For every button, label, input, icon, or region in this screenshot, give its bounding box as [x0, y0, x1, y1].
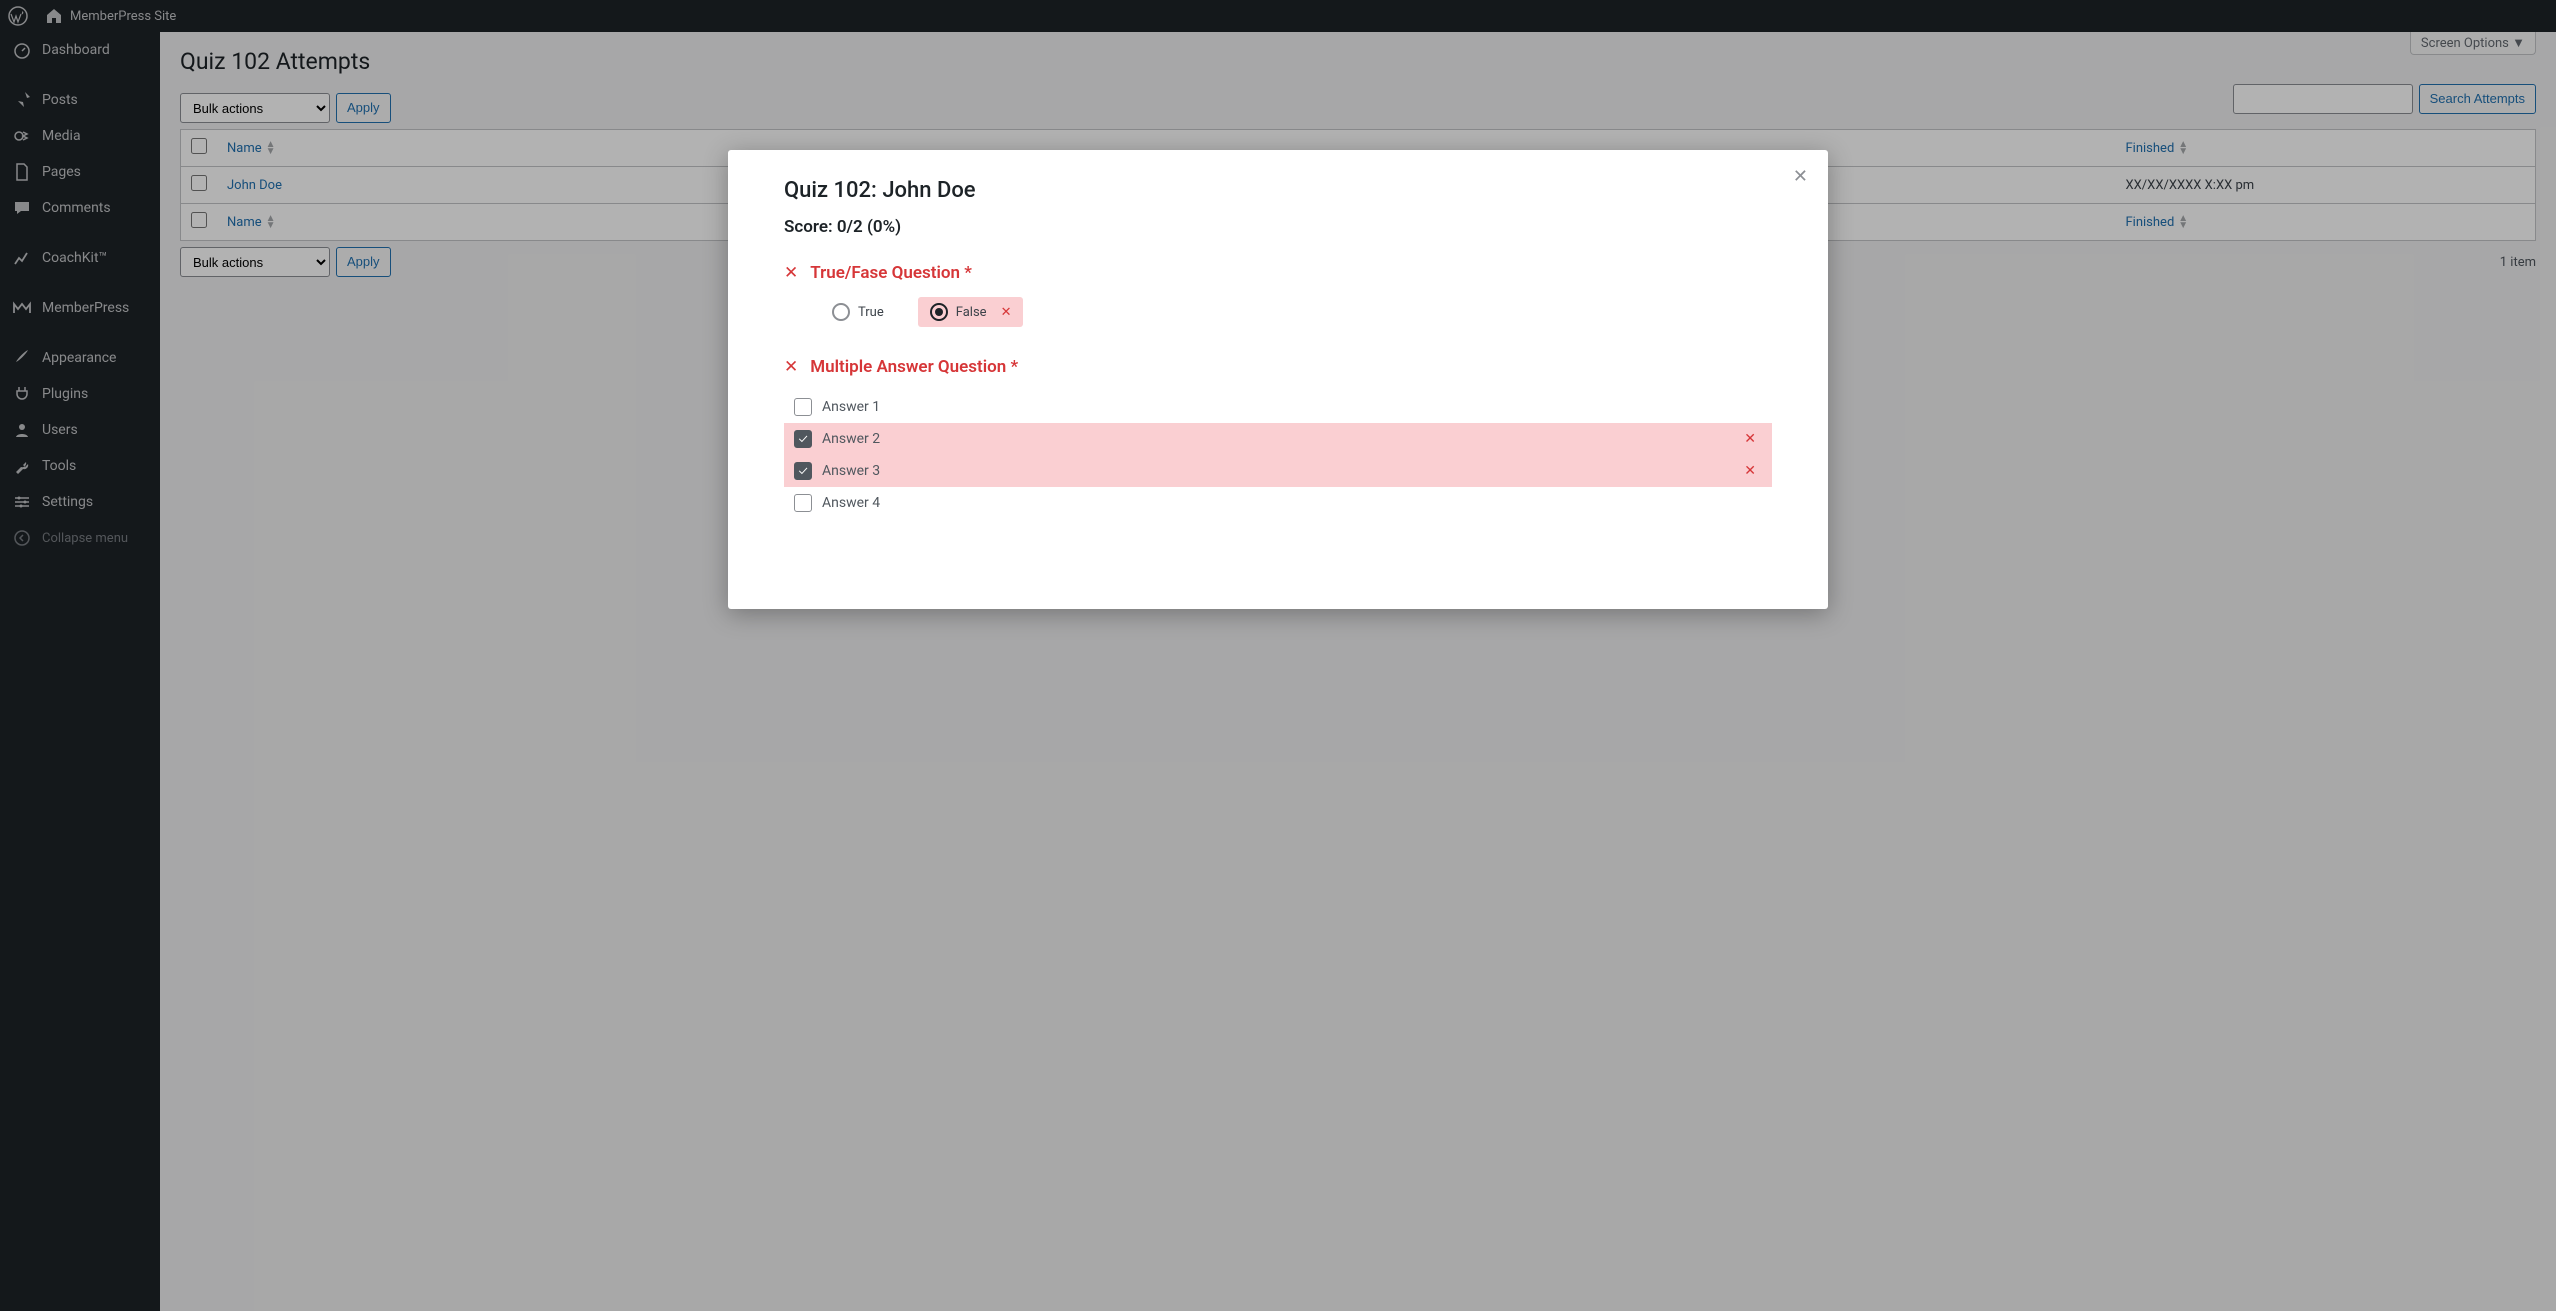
- question-title: Multiple Answer Question *: [810, 357, 1018, 377]
- close-button[interactable]: ✕: [1793, 166, 1808, 187]
- answer-label: Answer 3: [822, 463, 880, 479]
- close-icon: ✕: [1793, 166, 1808, 186]
- checkbox-icon: [794, 494, 812, 512]
- answers-list: Answer 1 Answer 2 ✕ Answer 3 ✕ Answer 4: [784, 391, 1772, 519]
- answer-option: Answer 3 ✕: [784, 455, 1772, 487]
- answer-label: Answer 4: [822, 495, 880, 511]
- answer-option: Answer 4: [784, 487, 1772, 519]
- answer-label: True: [858, 305, 884, 320]
- wrong-icon: ✕: [1001, 305, 1012, 320]
- radio-icon: [832, 303, 850, 321]
- question-block: ✕ True/Fase Question * True False ✕: [784, 263, 1772, 327]
- checkbox-checked-icon: [794, 430, 812, 448]
- answer-label: False: [956, 305, 987, 320]
- answer-label: Answer 2: [822, 431, 880, 447]
- wrong-icon: ✕: [1744, 463, 1756, 479]
- checkbox-icon: [794, 398, 812, 416]
- question-header: ✕ True/Fase Question *: [784, 263, 1772, 283]
- answer-option: False ✕: [918, 297, 1024, 327]
- wrong-icon: ✕: [1744, 431, 1756, 447]
- wrong-icon: ✕: [784, 263, 798, 283]
- answer-option: Answer 1: [784, 391, 1772, 423]
- question-title: True/Fase Question *: [810, 263, 972, 283]
- attempt-modal: ✕ Quiz 102: John Doe Score: 0/2 (0%) ✕ T…: [728, 150, 1828, 609]
- modal-score: Score: 0/2 (0%): [784, 217, 1772, 237]
- answer-option: Answer 2 ✕: [784, 423, 1772, 455]
- answer-option: True: [820, 297, 896, 327]
- modal-title: Quiz 102: John Doe: [784, 178, 1772, 203]
- checkbox-checked-icon: [794, 462, 812, 480]
- answers-row: True False ✕: [784, 297, 1772, 327]
- answer-label: Answer 1: [822, 399, 880, 415]
- question-header: ✕ Multiple Answer Question *: [784, 357, 1772, 377]
- question-block: ✕ Multiple Answer Question * Answer 1 An…: [784, 357, 1772, 519]
- wrong-icon: ✕: [784, 357, 798, 377]
- radio-checked-icon: [930, 303, 948, 321]
